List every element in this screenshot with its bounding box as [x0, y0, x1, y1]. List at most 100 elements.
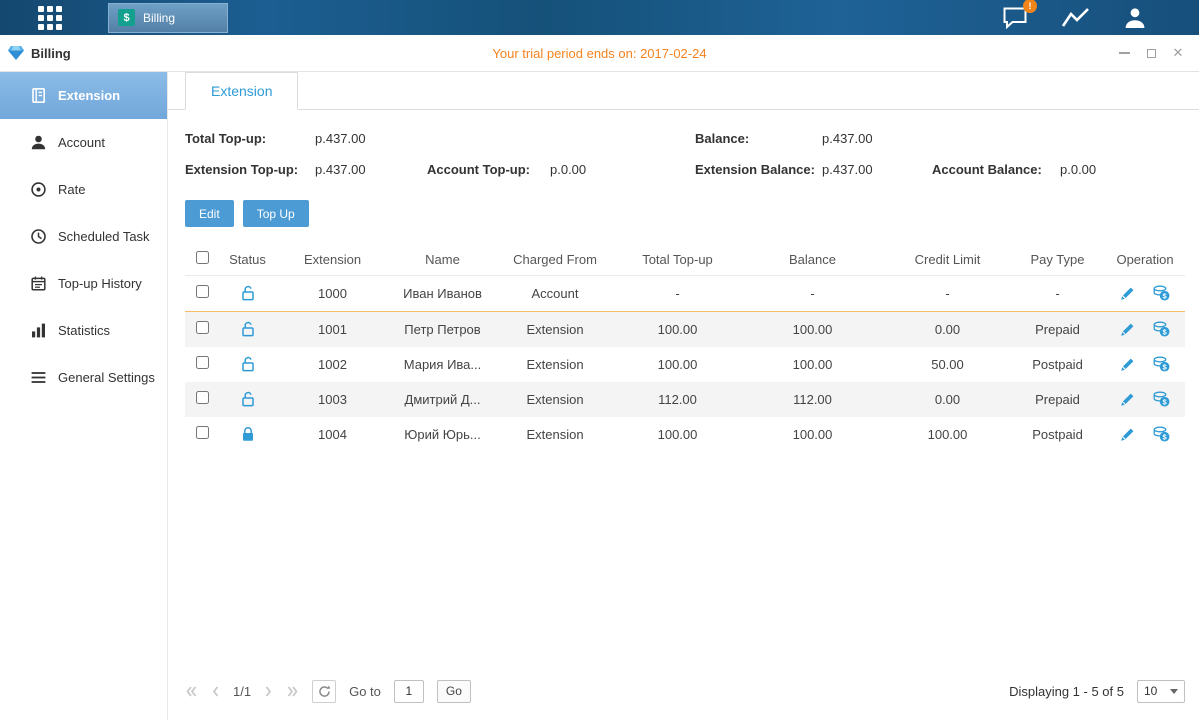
account-topup-label: Account Top-up: — [427, 161, 550, 179]
prev-page-button[interactable] — [211, 685, 220, 698]
minimize-button[interactable] — [1117, 46, 1131, 60]
menu-lines-icon — [30, 369, 47, 386]
table-row: 1003 Дмитрий Д... Extension 112.00 112.0… — [185, 382, 1185, 417]
top-up-extension-icon[interactable]: $ — [1153, 356, 1170, 372]
cell-name: Иван Иванов — [390, 275, 495, 311]
row-checkbox[interactable] — [196, 391, 209, 404]
select-all-checkbox[interactable] — [196, 251, 209, 264]
cell-name: Дмитрий Д... — [390, 382, 495, 417]
close-button[interactable]: ✕ — [1171, 46, 1185, 60]
unlocked-icon[interactable] — [241, 321, 255, 338]
sidebar-item-general-settings[interactable]: General Settings — [0, 354, 167, 401]
taskbar-item-billing[interactable]: $ Billing — [108, 3, 228, 33]
taskbar-item-label: Billing — [143, 11, 175, 25]
account-balance-value: p.0.00 — [1060, 161, 1185, 179]
col-extension: Extension — [275, 244, 390, 275]
table-row: 1001 Петр Петров Extension 100.00 100.00… — [185, 311, 1185, 347]
extension-topup-value: p.437.00 — [315, 161, 427, 179]
col-charged-from: Charged From — [495, 244, 615, 275]
sidebar-item-label: Statistics — [58, 323, 110, 338]
clock-icon — [30, 228, 47, 245]
sidebar-item-topup-history[interactable]: Top-up History — [0, 260, 167, 307]
cell-credit-limit: 50.00 — [885, 347, 1010, 382]
col-name: Name — [390, 244, 495, 275]
cell-balance: 100.00 — [740, 347, 885, 382]
table-row: 1000 Иван Иванов Account - - - - $ — [185, 275, 1185, 311]
cell-credit-limit: - — [885, 275, 1010, 311]
total-topup-label: Total Top-up: — [185, 130, 315, 148]
row-checkbox[interactable] — [196, 426, 209, 439]
next-page-button[interactable] — [264, 685, 273, 698]
extension-table-wrap: Status Extension Name Charged From Total… — [168, 227, 1199, 452]
refresh-button[interactable] — [312, 680, 336, 703]
sidebar-item-statistics[interactable]: Statistics — [0, 307, 167, 354]
sidebar-item-label: Scheduled Task — [58, 229, 150, 244]
page-indicator: 1/1 — [233, 684, 251, 699]
unlocked-icon[interactable] — [241, 356, 255, 373]
goto-label: Go to — [349, 684, 381, 699]
cell-charged-from: Account — [495, 275, 615, 311]
edit-extension-icon[interactable] — [1120, 357, 1135, 372]
pagination-bar: 1/1 Go to Go Displaying 1 - 5 of 5 10 — [168, 668, 1199, 720]
cell-total-topup: 100.00 — [615, 417, 740, 452]
last-page-button[interactable] — [286, 685, 299, 698]
sidebar-item-account[interactable]: Account — [0, 119, 167, 166]
col-status: Status — [220, 244, 275, 275]
sidebar-item-rate[interactable]: Rate — [0, 166, 167, 213]
top-up-extension-icon[interactable]: $ — [1153, 426, 1170, 442]
account-topup-value: p.0.00 — [550, 161, 695, 179]
sidebar-item-label: Extension — [58, 88, 120, 103]
user-account-button[interactable] — [1123, 6, 1147, 30]
window-titlebar: Billing Your trial period ends on: 2017-… — [0, 35, 1199, 72]
taskbar-tray: ! — [1002, 6, 1147, 30]
sidebar-item-label: Account — [58, 135, 105, 150]
extension-table: Status Extension Name Charged From Total… — [185, 244, 1185, 452]
maximize-button[interactable] — [1144, 46, 1158, 60]
page-size-value: 10 — [1144, 684, 1157, 698]
apps-grid-icon[interactable] — [38, 6, 62, 30]
chevron-down-icon — [1170, 689, 1178, 694]
row-checkbox[interactable] — [196, 356, 209, 369]
cell-charged-from: Extension — [495, 311, 615, 347]
line-chart-icon — [1061, 7, 1091, 29]
col-operation: Operation — [1105, 244, 1185, 275]
sidebar-item-extension[interactable]: Extension — [0, 72, 167, 119]
cell-pay-type: Prepaid — [1010, 382, 1105, 417]
cell-extension: 1003 — [275, 382, 390, 417]
balance-value: p.437.00 — [822, 130, 932, 148]
locked-icon[interactable] — [241, 426, 255, 443]
edit-button[interactable]: Edit — [185, 200, 234, 227]
sidebar-item-scheduled-task[interactable]: Scheduled Task — [0, 213, 167, 260]
tab-extension[interactable]: Extension — [185, 72, 298, 110]
unlocked-icon[interactable] — [241, 391, 255, 408]
monitor-button[interactable] — [1061, 7, 1091, 29]
page-size-select[interactable]: 10 — [1137, 680, 1185, 703]
tab-bar: Extension — [168, 72, 1199, 110]
row-checkbox[interactable] — [196, 285, 209, 298]
billing-dollar-icon: $ — [118, 9, 135, 26]
screen: $ Billing ! — [0, 0, 1199, 720]
cell-balance: 100.00 — [740, 311, 885, 347]
cell-total-topup: 100.00 — [615, 311, 740, 347]
top-up-extension-icon[interactable]: $ — [1153, 391, 1170, 407]
col-pay-type: Pay Type — [1010, 244, 1105, 275]
notifications-button[interactable]: ! — [1002, 6, 1029, 29]
trial-notice: Your trial period ends on: 2017-02-24 — [0, 46, 1199, 61]
sidebar-item-label: Top-up History — [58, 276, 142, 291]
edit-extension-icon[interactable] — [1120, 322, 1135, 337]
col-balance: Balance — [740, 244, 885, 275]
extension-balance-value: p.437.00 — [822, 161, 932, 179]
cell-extension: 1002 — [275, 347, 390, 382]
edit-extension-icon[interactable] — [1120, 286, 1135, 301]
edit-extension-icon[interactable] — [1120, 392, 1135, 407]
top-up-extension-icon[interactable]: $ — [1153, 321, 1170, 337]
go-button[interactable]: Go — [437, 680, 471, 703]
unlocked-icon[interactable] — [241, 285, 255, 302]
top-up-extension-icon[interactable]: $ — [1153, 285, 1170, 301]
edit-extension-icon[interactable] — [1120, 427, 1135, 442]
goto-page-input[interactable] — [394, 680, 424, 703]
rate-icon — [30, 181, 47, 198]
top-up-button[interactable]: Top Up — [243, 200, 309, 227]
row-checkbox[interactable] — [196, 321, 209, 334]
first-page-button[interactable] — [185, 685, 198, 698]
